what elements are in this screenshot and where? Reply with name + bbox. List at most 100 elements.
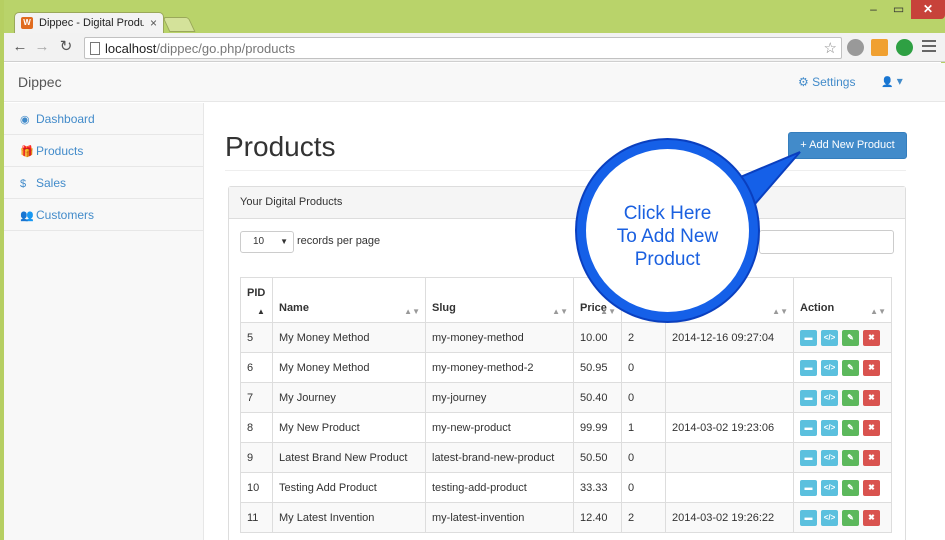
code-button[interactable]: </> — [821, 359, 838, 376]
folder-button[interactable]: ▬ — [800, 509, 817, 526]
delete-button[interactable]: ✖ — [863, 329, 880, 346]
sidebar-item-dashboard[interactable]: ◉ Dashboard — [4, 103, 203, 135]
folder-button[interactable]: ▬ — [800, 389, 817, 406]
cell-actions: ▬ </> ✎ ✖ — [793, 412, 892, 443]
callout-text: Click Here To Add New Product — [616, 203, 719, 270]
sidebar-item-label: Dashboard — [36, 112, 95, 126]
delete-button[interactable]: ✖ — [863, 479, 880, 496]
cell-name: My Money Method — [272, 352, 426, 383]
cell-slug: latest-brand-new-product — [425, 442, 574, 473]
cell-sales: 2 — [621, 502, 666, 533]
tab-close-icon[interactable]: × — [150, 16, 157, 30]
user-icon: 👤 — [881, 77, 894, 88]
maximize-button[interactable]: ▭ — [886, 0, 911, 19]
edit-button[interactable]: ✎ — [842, 479, 859, 496]
settings-link[interactable]: ⚙ Settings — [798, 75, 855, 89]
sidebar: ◉ Dashboard 🎁 Products $ Sales 👥 Customers — [4, 103, 204, 540]
close-window-button[interactable]: ✕ — [911, 0, 945, 19]
delete-button[interactable]: ✖ — [863, 389, 880, 406]
bookmark-star-icon[interactable]: ☆ — [824, 39, 837, 57]
edit-button[interactable]: ✎ — [842, 509, 859, 526]
records-per-page-label: records per page — [297, 235, 381, 247]
panel-title: Your Digital Products — [229, 187, 905, 219]
folder-button[interactable]: ▬ — [800, 359, 817, 376]
top-navbar: Dippec ⚙ Settings 👤 ▾ — [4, 63, 945, 102]
chevron-down-icon: ▾ — [896, 74, 903, 88]
cell-sales: 2 — [621, 322, 666, 353]
dashboard-icon: ◉ — [20, 114, 30, 126]
reload-button[interactable]: ↻ — [56, 37, 76, 57]
column-header-slug[interactable]: Slug ▲▼ — [425, 277, 574, 323]
cell-sales: 0 — [621, 442, 666, 473]
cell-date — [665, 352, 794, 383]
forward-button[interactable]: → — [32, 37, 52, 57]
extension-icon[interactable] — [847, 39, 864, 56]
cell-pid: 9 — [240, 442, 273, 473]
cell-pid: 6 — [240, 352, 273, 383]
folder-button[interactable]: ▬ — [800, 419, 817, 436]
column-header-action[interactable]: Action ▲▼ — [793, 277, 892, 323]
table-row: 5 My Money Method my-money-method 10.00 2 201… — [240, 322, 892, 353]
cell-sales: 0 — [621, 352, 666, 383]
add-new-product-button[interactable]: + Add New Product — [788, 132, 907, 159]
delete-button[interactable]: ✖ — [863, 509, 880, 526]
sidebar-item-customers[interactable]: 👥 Customers — [4, 199, 203, 231]
page-icon — [90, 42, 100, 55]
code-button[interactable]: </> — [821, 479, 838, 496]
search-input[interactable] — [759, 230, 894, 254]
folder-button[interactable]: ▬ — [800, 479, 817, 496]
records-per-page-select[interactable]: 10 ▼ — [240, 231, 294, 253]
edit-button[interactable]: ✎ — [842, 329, 859, 346]
extension-d-icon[interactable] — [896, 39, 913, 56]
sidebar-item-products[interactable]: 🎁 Products — [4, 135, 203, 167]
sidebar-item-sales[interactable]: $ Sales — [4, 167, 203, 199]
user-menu[interactable]: 👤 ▾ — [881, 74, 903, 88]
folder-button[interactable]: ▬ — [800, 449, 817, 466]
users-icon: 👥 — [20, 210, 34, 222]
cell-price: 50.50 — [573, 442, 622, 473]
products-table: PID ▲ Name ▲▼ Slug ▲▼ Price ▲▼ ▲▼ Action ▲▼ 5… — [240, 277, 892, 533]
browser-tab[interactable]: W Dippec - Digital Product M × — [14, 12, 164, 34]
delete-button[interactable]: ✖ — [863, 419, 880, 436]
code-button[interactable]: </> — [821, 449, 838, 466]
page-title: Products — [225, 131, 336, 162]
address-url[interactable]: localhost/dippec/go.php/products — [105, 41, 295, 56]
code-button[interactable]: </> — [821, 329, 838, 346]
column-header-pid[interactable]: PID ▲ — [240, 277, 273, 323]
dollar-icon: $ — [20, 178, 27, 190]
delete-button[interactable]: ✖ — [863, 449, 880, 466]
folder-button[interactable]: ▬ — [800, 329, 817, 346]
cell-name: Latest Brand New Product — [272, 442, 426, 473]
table-row: 9 Latest Brand New Product latest-brand-ne… — [240, 442, 892, 473]
edit-button[interactable]: ✎ — [842, 419, 859, 436]
code-button[interactable]: </> — [821, 389, 838, 406]
browser-menu-icon[interactable] — [922, 40, 936, 55]
back-button[interactable]: ← — [10, 37, 30, 57]
cell-pid: 10 — [240, 472, 273, 503]
page-viewport: Dippec ⚙ Settings 👤 ▾ ◉ Dashboard 🎁 Produc… — [4, 63, 945, 540]
url-host: localhost — [105, 41, 157, 56]
extension-chart-icon[interactable] — [871, 39, 888, 56]
brand-link[interactable]: Dippec — [18, 74, 62, 90]
edit-button[interactable]: ✎ — [842, 389, 859, 406]
delete-button[interactable]: ✖ — [863, 359, 880, 376]
cell-sales: 0 — [621, 472, 666, 503]
cell-price: 10.00 — [573, 322, 622, 353]
table-row: 6 My Money Method my-money-method-2 50.95 0 ▬… — [240, 352, 892, 383]
new-tab-button[interactable] — [162, 17, 196, 32]
header-label: Name — [279, 302, 309, 314]
cell-slug: testing-add-product — [425, 472, 574, 503]
sort-icon: ▲▼ — [600, 307, 616, 316]
cell-actions: ▬ </> ✎ ✖ — [793, 502, 892, 533]
minimize-button[interactable]: – — [861, 0, 886, 19]
code-button[interactable]: </> — [821, 419, 838, 436]
main-content: Products + Add New Product Your Digital … — [225, 103, 925, 540]
gear-icon: ⚙ — [798, 75, 809, 89]
column-header-name[interactable]: Name ▲▼ — [272, 277, 426, 323]
edit-button[interactable]: ✎ — [842, 449, 859, 466]
address-bar[interactable]: localhost/dippec/go.php/products ☆ — [84, 37, 842, 59]
favicon-icon: W — [21, 17, 33, 29]
cell-slug: my-new-product — [425, 412, 574, 443]
edit-button[interactable]: ✎ — [842, 359, 859, 376]
code-button[interactable]: </> — [821, 509, 838, 526]
